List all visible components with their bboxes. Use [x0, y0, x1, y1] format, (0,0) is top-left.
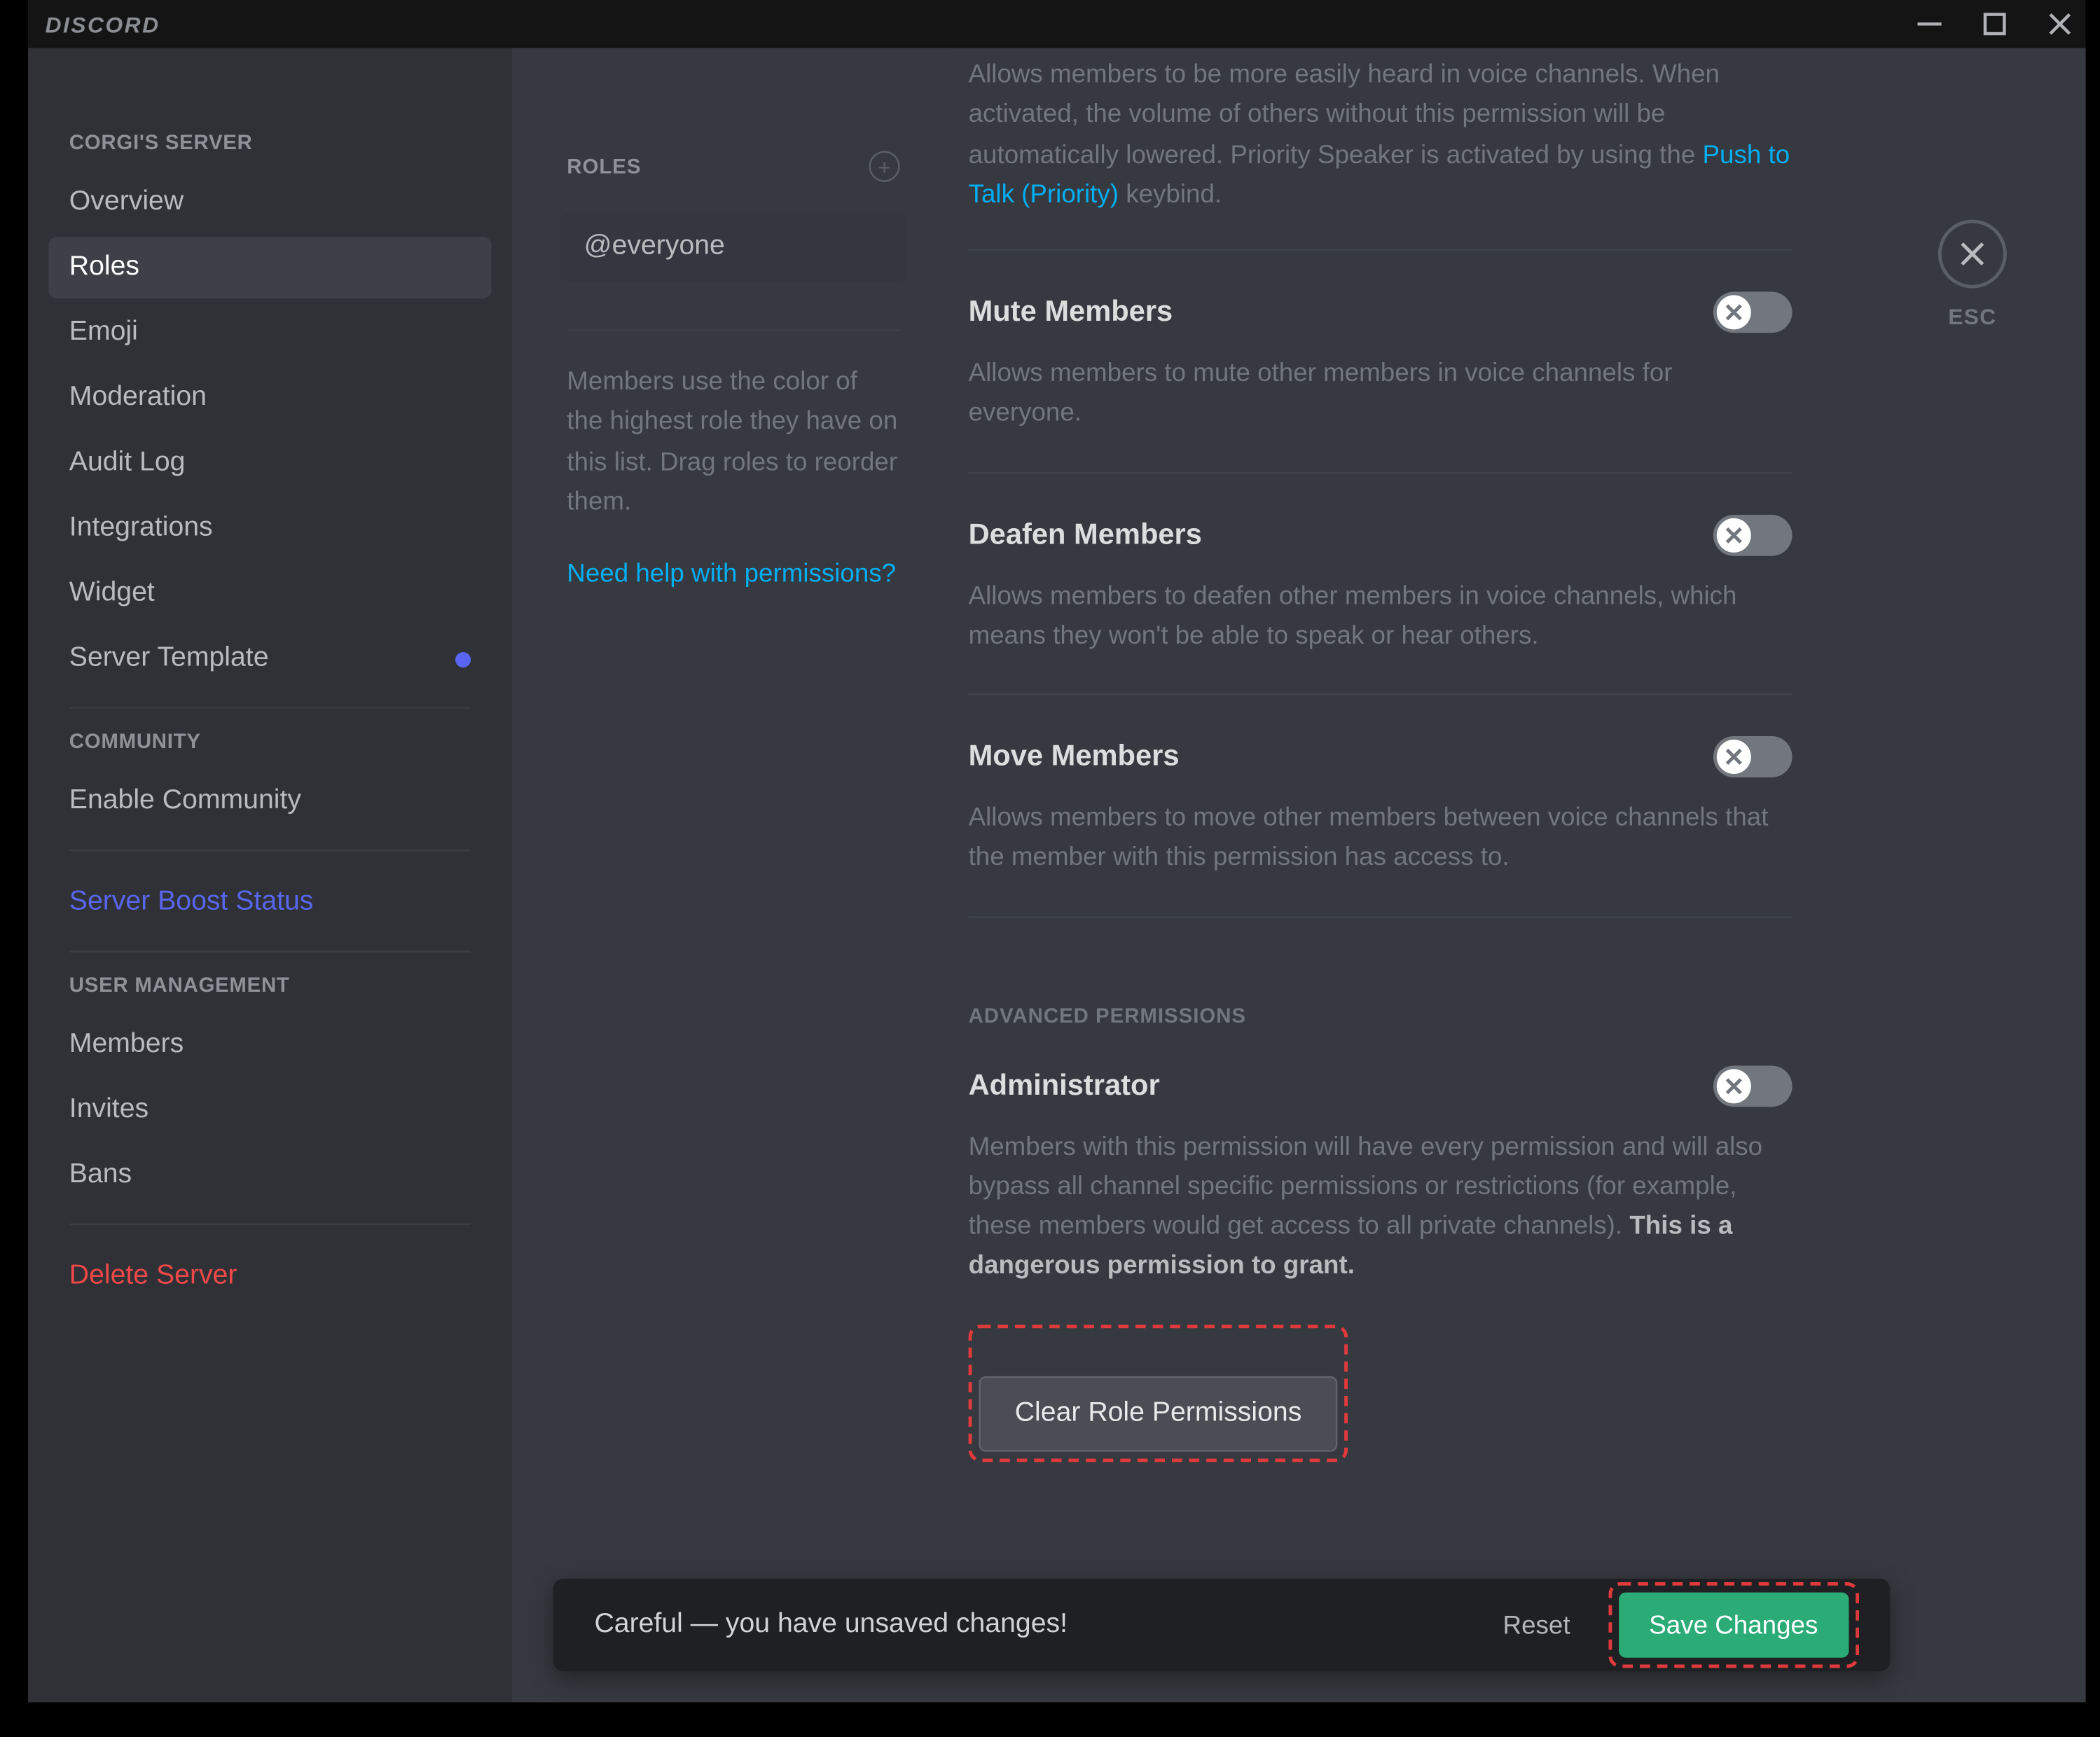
content: CORGI'S SERVER Overview Roles Emoji Mode… — [28, 48, 2086, 1703]
sidebar-item-moderation[interactable]: Moderation — [48, 367, 491, 429]
toggle-knob-off-icon — [1717, 518, 1751, 552]
divider — [69, 1224, 471, 1225]
toggle-mute-members[interactable] — [1713, 292, 1792, 333]
permission-desc: Members with this permission will have e… — [969, 1126, 1792, 1286]
minimize-icon[interactable] — [1917, 12, 1941, 36]
permission-title: Mute Members — [969, 295, 1173, 329]
sidebar-item-label: Server Template — [69, 644, 269, 674]
sidebar-item-label: Moderation — [69, 382, 207, 413]
permission-row-mute-members: Mute Members Allows members to mute othe… — [969, 249, 1792, 471]
permission-title: Deafen Members — [969, 518, 1202, 552]
sidebar-item-label: Bans — [69, 1160, 132, 1191]
toggle-knob-off-icon — [1717, 1068, 1751, 1102]
sidebar-item-enable-community[interactable]: Enable Community — [48, 770, 491, 832]
close-icon[interactable] — [2048, 12, 2072, 36]
priority-desc-text: Allows members to be more easily heard i… — [969, 60, 1720, 169]
permissions-panel: Allows members to be more easily heard i… — [955, 48, 2086, 1703]
sidebar-item-server-template[interactable]: Server Template — [48, 628, 491, 690]
close-settings: ESC — [1938, 220, 2007, 330]
sidebar-item-boost-status[interactable]: Server Boost Status — [48, 872, 491, 934]
window: DISCORD CORGI'S SERVER Overview Roles Em… — [28, 0, 2086, 1702]
sidebar-item-label: Delete Server — [69, 1261, 237, 1292]
sidebar-item-bans[interactable]: Bans — [48, 1144, 491, 1206]
roles-panel: ROLES + @everyone Members use the color … — [512, 48, 955, 1703]
divider — [69, 950, 471, 952]
sidebar-item-emoji[interactable]: Emoji — [48, 302, 491, 364]
toggle-knob-off-icon — [1717, 295, 1751, 329]
highlight-annotation: Clear Role Permissions — [969, 1324, 1348, 1461]
community-header: COMMUNITY — [48, 729, 491, 767]
user-management-header: USER MANAGEMENT — [48, 973, 491, 1011]
role-item-everyone[interactable]: @everyone — [560, 213, 907, 282]
unsaved-changes-bar: Careful — you have unsaved changes! Rese… — [553, 1579, 1891, 1671]
highlight-annotation: Save Changes — [1608, 1582, 1859, 1668]
divider — [69, 707, 471, 708]
permission-title: Administrator — [969, 1068, 1160, 1102]
sidebar-item-label: Audit Log — [69, 448, 186, 478]
priority-speaker-description: Allows members to be more easily heard i… — [969, 48, 1792, 249]
save-changes-button[interactable]: Save Changes — [1618, 1593, 1849, 1658]
title-bar: DISCORD — [28, 0, 2086, 48]
sidebar-item-label: Integrations — [69, 513, 213, 544]
roles-header: ROLES — [567, 155, 641, 179]
reset-button[interactable]: Reset — [1503, 1610, 1570, 1640]
divider — [69, 850, 471, 851]
priority-desc-suffix: keybind. — [1126, 180, 1222, 209]
permission-title: Move Members — [969, 740, 1180, 774]
permissions-help-link[interactable]: Need help with permissions? — [560, 560, 903, 589]
close-icon — [1957, 239, 1988, 270]
role-label: @everyone — [584, 232, 725, 263]
esc-label: ESC — [1948, 304, 1996, 330]
unsaved-changes-message: Careful — you have unsaved changes! — [595, 1610, 1068, 1640]
app-brand: DISCORD — [46, 11, 160, 37]
sidebar-item-label: Emoji — [69, 317, 138, 348]
permission-desc: Allows members to move other members bet… — [969, 798, 1792, 878]
add-role-icon[interactable]: + — [869, 151, 900, 182]
server-name-header: CORGI'S SERVER — [48, 130, 491, 168]
window-controls — [1917, 12, 2072, 36]
sidebar-item-invites[interactable]: Invites — [48, 1079, 491, 1141]
permission-row-move-members: Move Members Allows members to move othe… — [969, 693, 1792, 915]
sidebar-item-widget[interactable]: Widget — [48, 563, 491, 625]
sidebar-item-label: Roles — [69, 252, 139, 283]
toggle-move-members[interactable] — [1713, 736, 1792, 777]
sidebar-item-label: Overview — [69, 187, 184, 218]
sidebar-item-delete-server[interactable]: Delete Server — [48, 1246, 491, 1308]
sidebar-item-label: Widget — [69, 579, 155, 609]
advanced-permissions-header: ADVANCED PERMISSIONS — [969, 1003, 1792, 1027]
sidebar-item-label: Server Boost Status — [69, 887, 314, 918]
sidebar-item-audit-log[interactable]: Audit Log — [48, 432, 491, 494]
permission-desc: Allows members to deafen other members i… — [969, 576, 1792, 656]
roles-help-text: Members use the color of the highest rol… — [560, 362, 907, 522]
maximize-icon[interactable] — [1983, 12, 2007, 36]
notification-dot-icon — [455, 651, 471, 667]
sidebar-item-label: Enable Community — [69, 786, 301, 817]
toggle-deafen-members[interactable] — [1713, 514, 1792, 555]
close-settings-button[interactable] — [1938, 220, 2007, 289]
sidebar-item-label: Members — [69, 1030, 184, 1060]
sidebar-item-overview[interactable]: Overview — [48, 172, 491, 233]
permission-row-deafen-members: Deafen Members Allows members to deafen … — [969, 471, 1792, 693]
toggle-administrator[interactable] — [1713, 1065, 1792, 1106]
settings-sidebar: CORGI'S SERVER Overview Roles Emoji Mode… — [28, 48, 512, 1703]
sidebar-item-roles[interactable]: Roles — [48, 237, 491, 298]
sidebar-item-integrations[interactable]: Integrations — [48, 498, 491, 560]
toggle-knob-off-icon — [1717, 740, 1751, 774]
sidebar-item-label: Invites — [69, 1095, 148, 1126]
divider — [567, 329, 899, 331]
permission-desc: Allows members to mute other members in … — [969, 354, 1792, 434]
clear-role-permissions-button[interactable]: Clear Role Permissions — [979, 1376, 1337, 1451]
sidebar-item-members[interactable]: Members — [48, 1014, 491, 1076]
